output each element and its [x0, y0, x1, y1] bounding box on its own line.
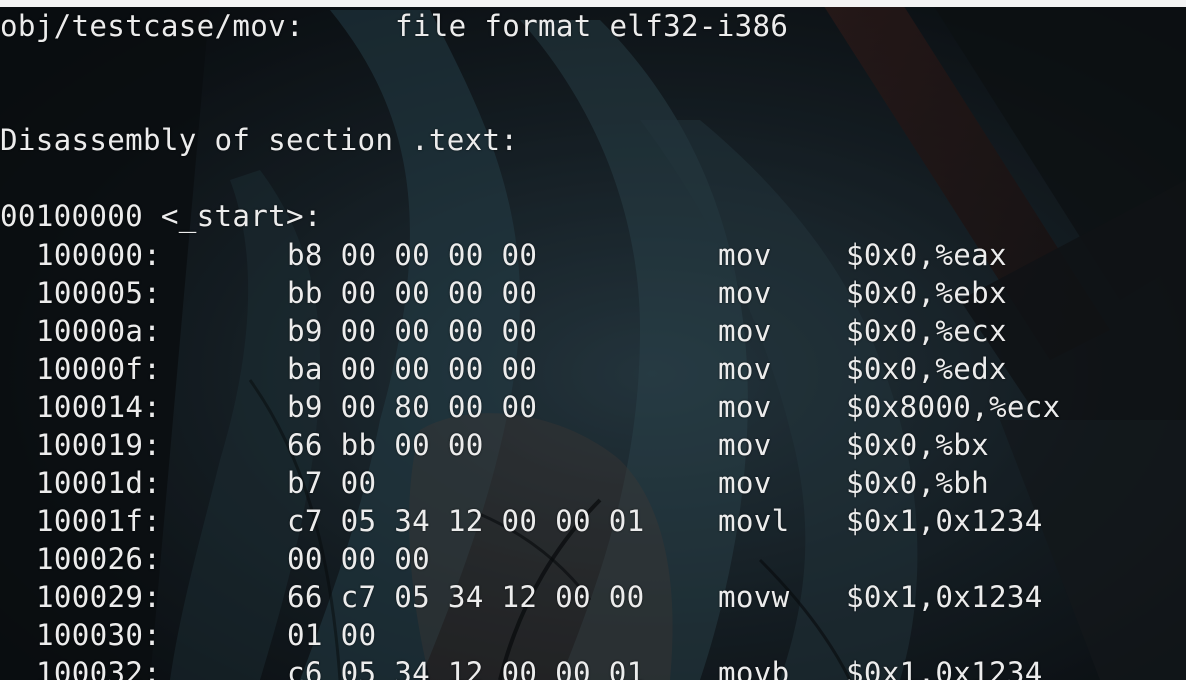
- row-mnemonic: mov: [718, 352, 772, 386]
- row-address: 100030:: [36, 618, 162, 652]
- row-bytes: b7 00: [287, 466, 377, 500]
- row-address: 100026:: [36, 542, 162, 576]
- row-bytes: 00 00 00: [287, 542, 430, 576]
- row-mnemonic: movw: [718, 580, 790, 614]
- row-operands: $0x0,%edx: [846, 352, 1007, 386]
- row-bytes: c7 05 34 12 00 00 01: [287, 504, 645, 538]
- row-operands: $0x1,0x1234: [846, 656, 1043, 680]
- row-operands: $0x0,%bx: [846, 428, 989, 462]
- row-address: 10001f:: [36, 504, 162, 538]
- symbol-label: 00100000 <_start>:: [0, 199, 322, 233]
- disasm-row: 10000a: b9 00 00 00 00 mov $0x0,%ecx: [0, 312, 1007, 350]
- section-title: Disassembly of section .text:: [0, 123, 519, 157]
- row-bytes: 66 bb 00 00: [287, 428, 484, 462]
- row-mnemonic: mov: [718, 390, 772, 424]
- row-operands: $0x0,%ecx: [846, 314, 1007, 348]
- disasm-row: 100032: c6 05 34 12 00 00 01 movb $0x1,0…: [0, 654, 1042, 680]
- row-address: 100019:: [36, 428, 162, 462]
- row-operands: $0x1,0x1234: [846, 580, 1043, 614]
- disasm-row: 100014: b9 00 80 00 00 mov $0x8000,%ecx: [0, 388, 1060, 426]
- row-bytes: 01 00: [287, 618, 377, 652]
- row-address: 100000:: [36, 238, 162, 272]
- row-mnemonic: movl: [718, 504, 790, 538]
- row-bytes: b8 00 00 00 00: [287, 238, 538, 272]
- row-address: 10000f:: [36, 352, 162, 386]
- disasm-row: 100019: 66 bb 00 00 mov $0x0,%bx: [0, 426, 989, 464]
- file-format: file format elf32-i386: [395, 9, 789, 43]
- row-bytes: 66 c7 05 34 12 00 00: [287, 580, 645, 614]
- row-mnemonic: movb: [718, 656, 790, 680]
- terminal-output[interactable]: obj/testcase/mov: file format elf32-i386…: [0, 0, 1186, 680]
- file-header-line: obj/testcase/mov: file format elf32-i386: [0, 7, 788, 45]
- row-bytes: b9 00 80 00 00: [287, 390, 538, 424]
- row-bytes: ba 00 00 00 00: [287, 352, 538, 386]
- disasm-row: 100026: 00 00 00: [0, 540, 430, 578]
- row-operands: $0x0,%ebx: [846, 276, 1007, 310]
- window-top-edge: [0, 0, 1186, 7]
- row-address: 100032:: [36, 656, 162, 680]
- row-bytes: b9 00 00 00 00: [287, 314, 538, 348]
- row-address: 100014:: [36, 390, 162, 424]
- row-mnemonic: mov: [718, 466, 772, 500]
- row-bytes: bb 00 00 00 00: [287, 276, 538, 310]
- row-operands: $0x0,%eax: [846, 238, 1007, 272]
- row-mnemonic: mov: [718, 276, 772, 310]
- row-address: 100005:: [36, 276, 162, 310]
- row-mnemonic: mov: [718, 238, 772, 272]
- row-address: 10000a:: [36, 314, 162, 348]
- row-operands: $0x0,%bh: [846, 466, 989, 500]
- file-path: obj/testcase/mov:: [0, 9, 304, 43]
- row-address: 100029:: [36, 580, 162, 614]
- disasm-row: 10000f: ba 00 00 00 00 mov $0x0,%edx: [0, 350, 1007, 388]
- disasm-row: 100000: b8 00 00 00 00 mov $0x0,%eax: [0, 236, 1007, 274]
- disasm-row: 100029: 66 c7 05 34 12 00 00 movw $0x1,0…: [0, 578, 1042, 616]
- row-address: 10001d:: [36, 466, 162, 500]
- disasm-row: 10001f: c7 05 34 12 00 00 01 movl $0x1,0…: [0, 502, 1042, 540]
- row-mnemonic: mov: [718, 428, 772, 462]
- disasm-row: 100005: bb 00 00 00 00 mov $0x0,%ebx: [0, 274, 1007, 312]
- disasm-row: 10001d: b7 00 mov $0x0,%bh: [0, 464, 989, 502]
- disasm-row: 100030: 01 00: [0, 616, 376, 654]
- row-operands: $0x8000,%ecx: [846, 390, 1061, 424]
- row-bytes: c6 05 34 12 00 00 01: [287, 656, 645, 680]
- row-mnemonic: mov: [718, 314, 772, 348]
- row-operands: $0x1,0x1234: [846, 504, 1043, 538]
